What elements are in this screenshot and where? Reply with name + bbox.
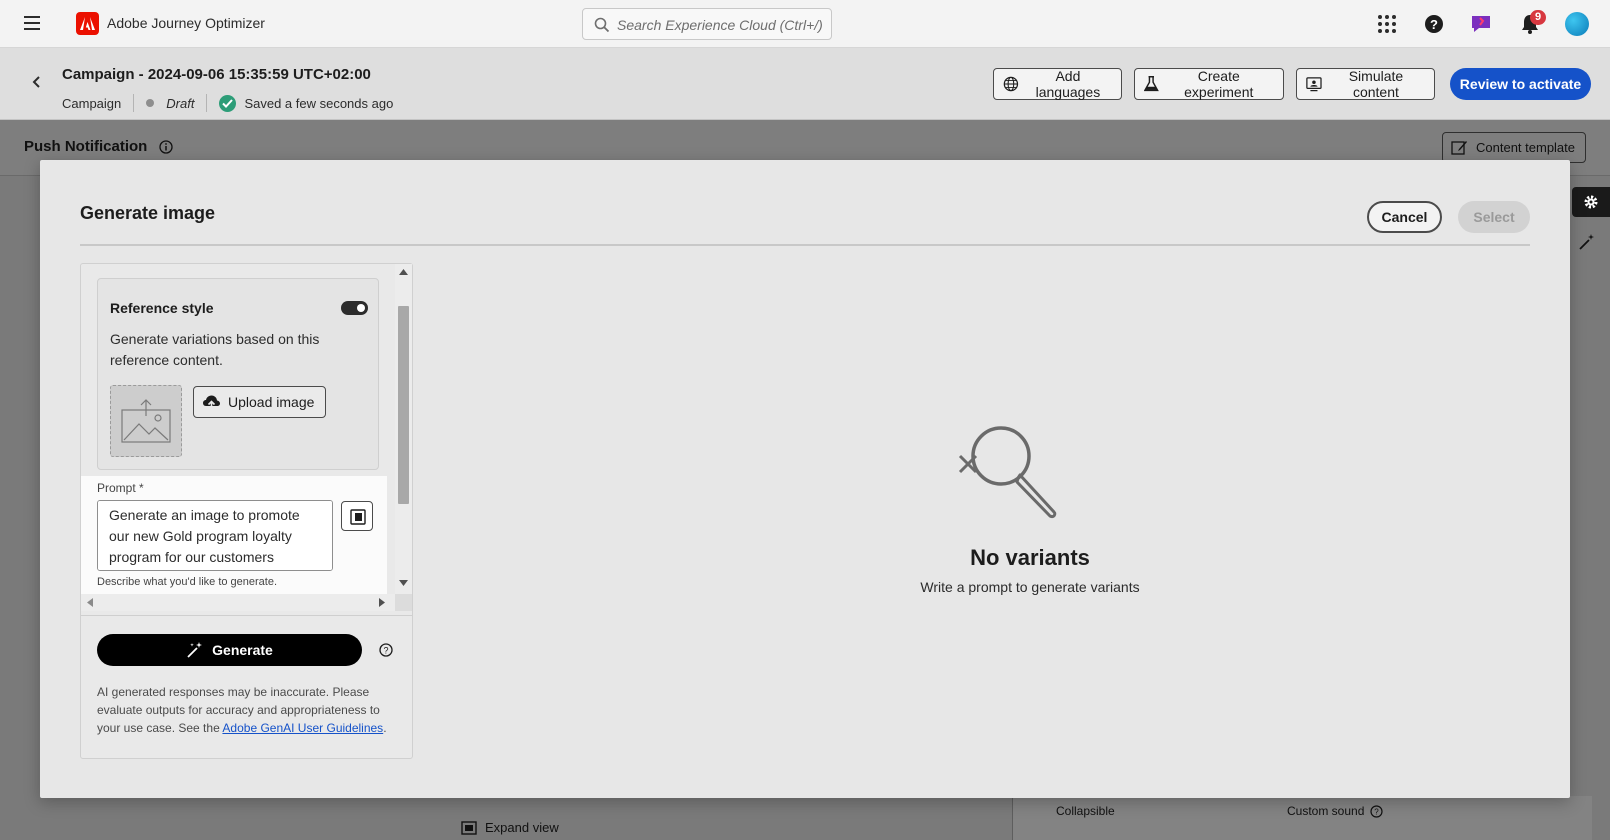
content-template-button: Content template [1442,132,1586,163]
select-button[interactable]: Select [1458,201,1530,233]
scrollbar-corner [395,594,412,611]
empty-state-description: Write a prompt to generate variants [920,579,1140,595]
magic-wand-icon [187,642,203,658]
info-icon [159,139,173,154]
add-languages-button[interactable]: Add languages [993,68,1122,100]
app-title[interactable]: Adobe Journey Optimizer [107,15,265,31]
vertical-scrollbar[interactable] [395,264,412,594]
scroll-left-arrow-icon[interactable] [87,598,93,607]
feedback-chat-icon[interactable] [1469,12,1493,36]
divider [133,94,135,112]
saved-status: Saved a few seconds ago [244,95,394,111]
svg-text:?: ? [1375,807,1380,816]
upload-image-label: Upload image [228,394,315,410]
status-dot-icon [146,99,155,107]
generate-label: Generate [212,642,273,658]
review-to-activate-button[interactable]: Review to activate [1450,68,1591,100]
divider [80,244,1530,246]
custom-sound-label: Custom sound [1287,804,1365,818]
svg-text:?: ? [383,646,388,656]
empty-state-title: No variants [970,545,1090,570]
checkmark-icon [219,94,237,112]
help-icon: ? [1370,804,1383,818]
campaign-meta: Campaign Draft Saved a few seconds ago [62,94,393,112]
search-box[interactable] [582,8,832,40]
options-scroll-area[interactable]: Reference style Generate variations base… [81,264,395,594]
image-dropzone[interactable] [110,385,182,457]
custom-sound-field: Custom sound ? [1287,804,1383,818]
collapsible-label: Collapsible [1056,804,1115,818]
prompt-library-button[interactable] [341,501,373,531]
add-languages-label: Add languages [1035,68,1101,100]
horizontal-scrollbar[interactable] [81,594,412,611]
background-properties-panel [1012,796,1592,840]
adobe-logo-icon[interactable] [76,12,99,35]
section-title: Push Notification [24,138,148,155]
prompt-textarea[interactable]: Generate an image to promote our new Gol… [97,500,333,571]
back-chevron-icon[interactable] [31,75,41,89]
create-experiment-label: Create experiment [1184,68,1254,100]
settings-tab [1572,187,1610,217]
reference-style-card: Reference style Generate variations base… [97,278,379,470]
user-avatar[interactable] [1565,12,1589,36]
help-icon[interactable]: ? [379,643,393,657]
content-template-label: Content template [1476,140,1576,155]
campaign-title: Campaign - 2024-09-06 15:35:59 UTC+02:00 [62,66,371,83]
prompt-library-icon [350,509,366,525]
no-results-magnifier-icon [958,426,1057,518]
reference-style-toggle[interactable] [341,301,368,315]
scroll-up-arrow-icon[interactable] [399,269,408,275]
dialog-title: Generate image [80,203,216,223]
simulate-icon [1306,77,1322,92]
genai-guidelines-link[interactable]: Adobe GenAI User Guidelines [222,721,383,735]
expand-view-button: Expand view [461,820,559,835]
menu-icon[interactable] [24,16,40,30]
background-section-title: Push Notification [24,138,173,155]
campaign-type: Campaign [62,95,122,111]
simulate-content-button[interactable]: Simulate content [1296,68,1435,100]
help-icon[interactable]: ? [1422,12,1446,36]
prompt-help-text: Describe what you'd like to generate. [97,576,278,588]
globe-icon [1003,76,1019,92]
scroll-down-arrow-icon[interactable] [399,580,408,586]
status-badge: Draft [166,95,195,111]
generate-button[interactable]: Generate [97,634,362,666]
expand-view-label: Expand view [485,820,559,835]
magic-wand-icon [1579,234,1594,250]
flask-icon [1144,76,1159,92]
reference-style-title: Reference style [110,300,214,316]
cancel-button[interactable]: Cancel [1367,201,1442,233]
expand-icon [461,820,477,835]
generate-options-panel: Reference style Generate variations base… [80,263,413,759]
divider [81,615,412,616]
divider [206,94,208,112]
gear-icon [1584,195,1598,209]
search-input[interactable] [617,15,822,35]
create-experiment-button[interactable]: Create experiment [1134,68,1284,100]
notification-badge: 9 [1530,10,1546,25]
upload-image-button[interactable]: Upload image [193,386,326,418]
simulate-content-label: Simulate content [1348,68,1404,100]
campaign-header: Campaign - 2024-09-06 15:35:59 UTC+02:00… [0,48,1610,120]
scrollbar-thumb[interactable] [398,306,409,504]
edit-icon [1451,141,1467,155]
prompt-section: Prompt * Generate an image to promote ou… [81,476,387,594]
scroll-right-arrow-icon[interactable] [379,598,385,607]
image-placeholder-icon [121,399,171,443]
search-icon [594,17,610,33]
ai-disclaimer: AI generated responses may be inaccurate… [97,685,387,735]
top-nav: Adobe Journey Optimizer ? 9 [0,0,1610,48]
cloud-upload-icon [203,395,220,409]
prompt-label: Prompt * [97,481,144,495]
generate-image-dialog: Generate image Cancel Select Reference s… [40,160,1570,798]
svg-text:?: ? [1430,17,1438,32]
apps-grid-icon[interactable] [1375,12,1399,36]
reference-style-description: Generate variations based on this refere… [110,331,320,368]
